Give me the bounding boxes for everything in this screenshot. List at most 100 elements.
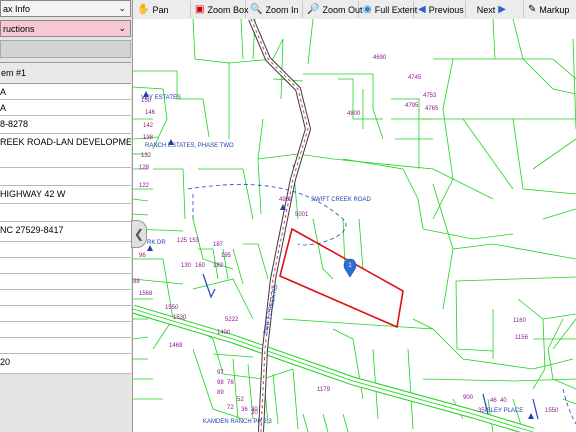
chevron-down-icon: ⌄ (118, 3, 126, 13)
result-field-row (0, 274, 131, 290)
subdivision-label: RANCH ESTATES, PHASE TWO (145, 143, 234, 149)
next-label: Next (476, 4, 496, 15)
result-item-title: em #1 (1, 68, 27, 78)
pan-button[interactable]: ✋ Pan (133, 1, 191, 18)
parcel-number: 72 (227, 405, 234, 411)
parcel-number: 4800 (347, 111, 361, 117)
parcel-number: 142 (143, 123, 154, 129)
parcel-map[interactable]: 1 VEY ESTATES RANCH ESTATES, PHASE TWO S… (133, 19, 576, 432)
zoom-out-icon: 🔎 (307, 4, 320, 15)
markup-button[interactable]: ✎ Markup (524, 1, 576, 18)
parcel-number: 98 (217, 380, 224, 386)
parcel-number: 36 (241, 407, 248, 413)
parcel-number: 187 (213, 242, 224, 248)
parcel-number: 97 (217, 370, 224, 376)
zoom-in-button[interactable]: 🔍 Zoom In (246, 1, 303, 18)
parcel-number: 1469 (169, 343, 183, 349)
parcel-number: 122 (139, 183, 150, 189)
result-item-header: em #1 (0, 62, 131, 84)
zoom-out-label: Zoom Out (322, 4, 363, 15)
parcel-number: 150 (141, 98, 152, 104)
parcel-number: 132 (141, 153, 152, 159)
result-field-row (0, 290, 131, 306)
result-field-row (0, 258, 131, 274)
parcel-number: 160 (195, 263, 206, 269)
parcel-number: 5222 (225, 317, 239, 323)
instructions-select-value: ructions (3, 23, 35, 34)
parcel-number: 1530 (173, 315, 187, 321)
identify-results-panel: ax Info ⌄ ructions ⌄ em #1 A A 8-8278 REEK … (0, 0, 133, 432)
parcel-number: 52 (237, 397, 244, 403)
result-field-row (0, 204, 131, 222)
road-label: ISLEY PLACE (485, 408, 523, 414)
parcel-number: 1160 (513, 318, 527, 324)
map-canvas: 1 VEY ESTATES RANCH ESTATES, PHASE TWO S… (133, 19, 576, 432)
result-field-row: HIGHWAY 42 W (0, 186, 131, 204)
result-field-row (0, 306, 131, 322)
parcel-number: 900 (463, 395, 474, 401)
parcel-number: 1179 (317, 387, 331, 393)
full-extent-button[interactable]: ◉ Full Extent (359, 1, 417, 18)
parcel-number: 4982 (279, 197, 293, 203)
selected-parcel[interactable] (279, 227, 404, 329)
next-button[interactable]: Next ▶ (466, 1, 524, 18)
panel-divider-bar (0, 40, 131, 58)
map-toolbar: ✋ Pan ▣ Zoom Box 🔍 Zoom In 🔎 Zoom Out ◉ … (133, 0, 576, 20)
parcel-number: 4795 (405, 103, 419, 109)
zoom-in-label: Zoom In (265, 4, 299, 15)
parcel-number: 1400 (217, 330, 231, 336)
parcel-number: 20 (251, 410, 258, 416)
previous-button[interactable]: ◀ Previous (414, 1, 466, 18)
parcel-number: 4690 (373, 55, 387, 61)
result-field-row: A (0, 84, 131, 100)
zoom-out-button[interactable]: 🔎 Zoom Out (303, 1, 363, 18)
previous-label: Previous (428, 4, 464, 15)
zoom-in-icon: 🔍 (250, 4, 263, 15)
chevron-left-icon: ❮ (133, 227, 145, 241)
parcel-number: 195 (221, 253, 232, 259)
parcel-number: 1156 (515, 335, 529, 341)
result-field-row: REEK ROAD-LAN DEVELOPMENT, (0, 134, 131, 168)
parcel-number: 1568 (139, 291, 153, 297)
chevron-down-icon: ⌄ (118, 23, 126, 33)
parcel-number: 153 (189, 238, 200, 244)
road-label: SWIFT CREEK ROAD (311, 197, 372, 203)
parcel-number: 1550 (165, 305, 179, 311)
parcel-number: 4753 (423, 93, 437, 99)
collapse-panel-button[interactable]: ❮ (131, 220, 147, 248)
result-field-row: 20 (0, 354, 131, 374)
parcel-number: 4745 (408, 75, 422, 81)
result-field-row (0, 322, 131, 338)
parcel-number: 146 (145, 110, 156, 116)
location-marker[interactable]: 1 (343, 258, 357, 278)
parcel-number: 4765 (425, 106, 439, 112)
info-type-select-value: ax Info (3, 3, 31, 14)
result-field-row: NC 27529-8417 (0, 222, 131, 242)
parcel-number: 35 (478, 408, 485, 414)
parcel-number: 76 (227, 380, 234, 386)
markup-label: Markup (539, 4, 570, 15)
parcel-lines (133, 19, 576, 432)
parcel-number: 96 (139, 253, 146, 259)
instructions-select[interactable]: ructions ⌄ (0, 20, 131, 37)
hand-icon: ✋ (137, 4, 150, 15)
road-label: SWIFT CREEK RD (263, 283, 280, 335)
parcel-number: 98 (133, 279, 140, 285)
parcel-number: 40 (500, 398, 507, 404)
arrow-right-icon: ▶ (498, 4, 506, 15)
parcel-number: 89 (217, 390, 224, 396)
result-field-row: 8-8278 (0, 116, 131, 134)
subdivision-label: KAMDEN RANCH PH 2 3 (203, 419, 272, 425)
road-label: RK DR (147, 240, 166, 246)
info-type-select[interactable]: ax Info ⌄ (0, 0, 131, 17)
result-field-row (0, 168, 131, 186)
parcel-number: 46 (490, 398, 497, 404)
result-field-row: A (0, 100, 131, 116)
highway-42 (133, 304, 535, 432)
result-field-row (0, 338, 131, 354)
parcel-number: 128 (139, 165, 150, 171)
parcel-number: 1550 (545, 408, 559, 414)
parcel-number: 182 (213, 263, 224, 269)
zoom-box-button[interactable]: ▣ Zoom Box (191, 1, 248, 18)
result-field-row (0, 242, 131, 258)
